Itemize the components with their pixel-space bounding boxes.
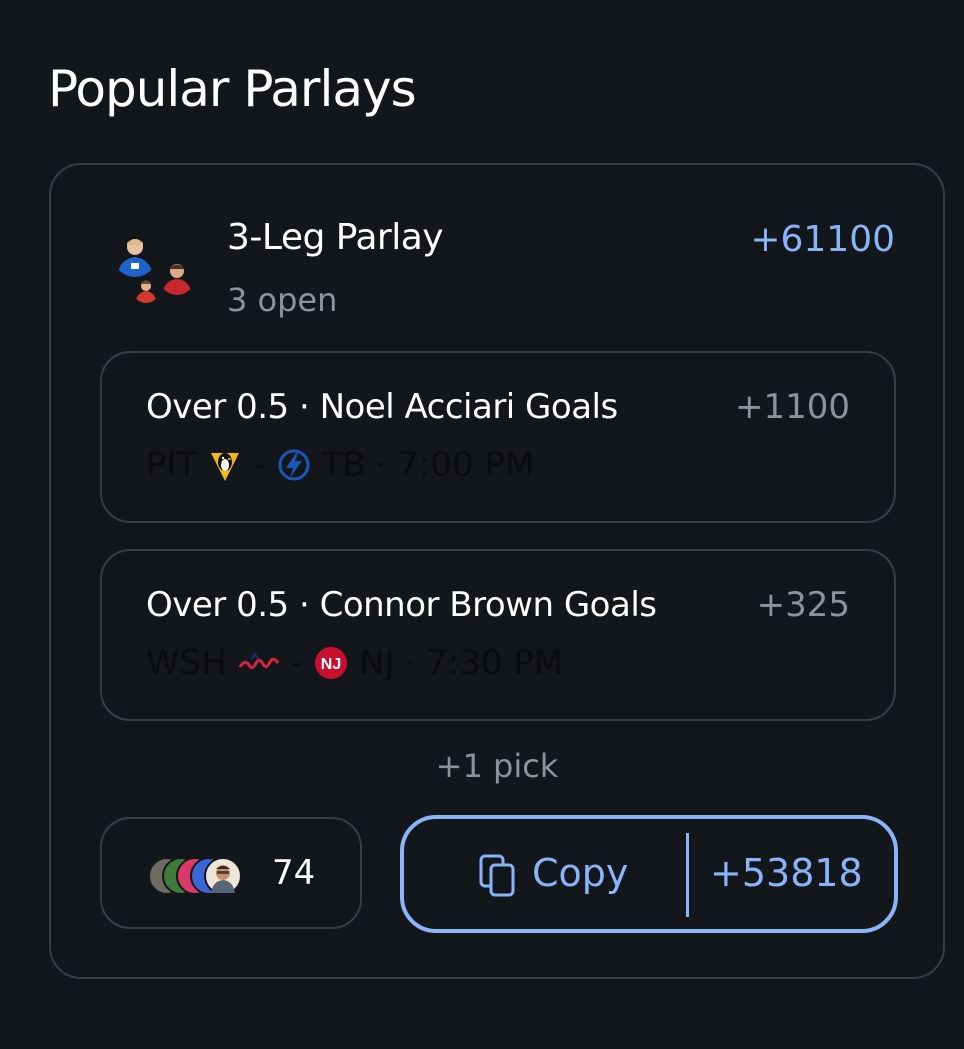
parlay-card[interactable]: 3-Leg Parlay 3 open +61100 Over 0.5 · No… xyxy=(49,163,945,979)
home-team: NJ xyxy=(359,643,395,683)
matchup-separator: - xyxy=(290,643,304,683)
parlay-leg[interactable]: Over 0.5 · Connor Brown Goals +325 WSH -… xyxy=(100,549,896,721)
parlay-leg[interactable]: Over 0.5 · Noel Acciari Goals +1100 PIT … xyxy=(100,351,896,523)
lightning-logo-icon xyxy=(276,447,312,483)
button-divider xyxy=(686,833,689,917)
home-team: TB xyxy=(321,445,366,485)
svg-text:NJ: NJ xyxy=(321,656,341,673)
parlay-odds: +61100 xyxy=(750,219,895,260)
leg-title: Over 0.5 · Noel Acciari Goals xyxy=(146,387,618,427)
leg-matchup: WSH - NJ NJ · 7:30 PM xyxy=(146,643,563,683)
leg-odds: +1100 xyxy=(734,387,850,427)
player-avatar-2 xyxy=(133,277,159,303)
devils-logo-icon: NJ xyxy=(313,645,349,681)
game-time: · 7:00 PM xyxy=(375,445,535,485)
player-avatars xyxy=(113,233,197,305)
parlay-status: 3 open xyxy=(227,281,338,319)
game-time: · 7:30 PM xyxy=(404,643,564,683)
follower-avatars xyxy=(148,857,260,897)
player-avatar-3 xyxy=(159,259,195,295)
away-team: WSH xyxy=(146,643,227,683)
copy-odds: +53818 xyxy=(710,851,863,895)
away-team: PIT xyxy=(146,445,198,485)
leg-matchup: PIT - TB · 7:00 PM xyxy=(146,445,534,485)
copy-label: Copy xyxy=(532,851,629,895)
player-avatar-1 xyxy=(113,233,157,277)
penguins-logo-icon xyxy=(207,447,243,483)
followers-count: 74 xyxy=(272,853,316,893)
followers-button[interactable]: 74 xyxy=(100,817,362,929)
page-title: Popular Parlays xyxy=(48,60,417,118)
leg-odds: +325 xyxy=(756,585,850,625)
more-picks-link[interactable]: +1 pick xyxy=(51,747,943,785)
leg-title: Over 0.5 · Connor Brown Goals xyxy=(146,585,657,625)
follower-avatar xyxy=(204,857,242,895)
matchup-separator: - xyxy=(253,445,266,485)
copy-icon xyxy=(478,853,518,899)
copy-parlay-button[interactable]: Copy +53818 xyxy=(400,815,898,933)
parlay-name: 3-Leg Parlay xyxy=(227,217,444,258)
capitals-logo-icon xyxy=(237,645,281,681)
